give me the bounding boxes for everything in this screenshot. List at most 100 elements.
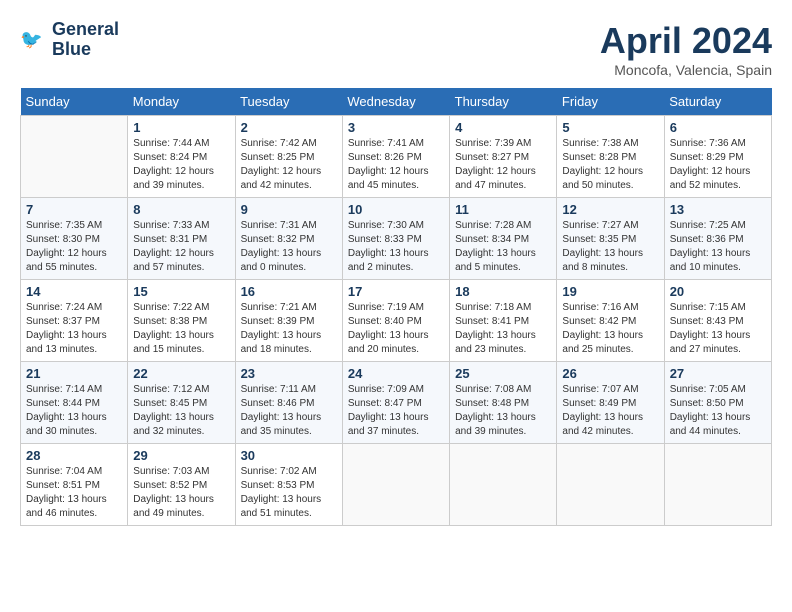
logo-icon: 🐦 xyxy=(20,26,48,54)
calendar-cell: 28 Sunrise: 7:04 AM Sunset: 8:51 PM Dayli… xyxy=(21,444,128,526)
day-number: 28 xyxy=(26,448,122,463)
day-info: Sunrise: 7:22 AM Sunset: 8:38 PM Dayligh… xyxy=(133,301,229,357)
calendar-cell xyxy=(342,444,449,526)
day-info: Sunrise: 7:39 AM Sunset: 8:27 PM Dayligh… xyxy=(455,137,551,193)
day-number: 20 xyxy=(670,284,766,299)
day-number: 7 xyxy=(26,202,122,217)
calendar-cell xyxy=(450,444,557,526)
calendar-cell: 11Sunrise: 7:28 AM Sunset: 8:34 PM Dayli… xyxy=(450,198,557,280)
calendar-week-2: 14 Sunrise: 7:24 AM Sunset: 8:37 PM Dayli… xyxy=(21,280,772,362)
calendar-cell: 18Sunrise: 7:18 AM Sunset: 8:41 PM Dayli… xyxy=(450,280,557,362)
day-info: Sunrise: 7:18 AM Sunset: 8:41 PM Dayligh… xyxy=(455,301,551,357)
day-number: 27 xyxy=(670,366,766,381)
day-number: 26 xyxy=(562,366,658,381)
calendar-week-3: 21Sunrise: 7:14 AM Sunset: 8:44 PM Dayli… xyxy=(21,362,772,444)
calendar-cell: 10 Sunrise: 7:30 AM Sunset: 8:33 PM Dayli… xyxy=(342,198,449,280)
day-info: Sunrise: 7:09 AM Sunset: 8:47 PM Dayligh… xyxy=(348,383,444,439)
day-number: 24 xyxy=(348,366,444,381)
svg-text:🐦: 🐦 xyxy=(20,29,43,49)
calendar-cell: 21Sunrise: 7:14 AM Sunset: 8:44 PM Dayli… xyxy=(21,362,128,444)
calendar-cell: 7 Sunrise: 7:35 AM Sunset: 8:30 PM Daylig… xyxy=(21,198,128,280)
day-number: 11 xyxy=(455,202,551,217)
day-number: 10 xyxy=(348,202,444,217)
calendar-week-1: 7 Sunrise: 7:35 AM Sunset: 8:30 PM Daylig… xyxy=(21,198,772,280)
calendar-cell xyxy=(557,444,664,526)
day-number: 3 xyxy=(348,120,444,135)
day-number: 29 xyxy=(133,448,229,463)
calendar-cell xyxy=(21,116,128,198)
calendar-week-0: 1Sunrise: 7:44 AM Sunset: 8:24 PM Daylig… xyxy=(21,116,772,198)
day-number: 30 xyxy=(241,448,337,463)
calendar-cell: 27 Sunrise: 7:05 AM Sunset: 8:50 PM Dayli… xyxy=(664,362,771,444)
calendar-cell: 13Sunrise: 7:25 AM Sunset: 8:36 PM Dayli… xyxy=(664,198,771,280)
calendar-cell: 12 Sunrise: 7:27 AM Sunset: 8:35 PM Dayli… xyxy=(557,198,664,280)
calendar-table: SundayMondayTuesdayWednesdayThursdayFrid… xyxy=(20,88,772,526)
day-number: 19 xyxy=(562,284,658,299)
day-number: 12 xyxy=(562,202,658,217)
day-info: Sunrise: 7:41 AM Sunset: 8:26 PM Dayligh… xyxy=(348,137,444,193)
day-info: Sunrise: 7:38 AM Sunset: 8:28 PM Dayligh… xyxy=(562,137,658,193)
day-info: Sunrise: 7:14 AM Sunset: 8:44 PM Dayligh… xyxy=(26,383,122,439)
calendar-cell: 6Sunrise: 7:36 AM Sunset: 8:29 PM Daylig… xyxy=(664,116,771,198)
day-info: Sunrise: 7:35 AM Sunset: 8:30 PM Dayligh… xyxy=(26,219,122,275)
day-info: Sunrise: 7:03 AM Sunset: 8:52 PM Dayligh… xyxy=(133,465,229,521)
calendar-header-row: SundayMondayTuesdayWednesdayThursdayFrid… xyxy=(21,88,772,116)
day-number: 14 xyxy=(26,284,122,299)
calendar-cell xyxy=(664,444,771,526)
day-number: 9 xyxy=(241,202,337,217)
calendar-cell: 20 Sunrise: 7:15 AM Sunset: 8:43 PM Dayli… xyxy=(664,280,771,362)
day-info: Sunrise: 7:07 AM Sunset: 8:49 PM Dayligh… xyxy=(562,383,658,439)
calendar-cell: 8 Sunrise: 7:33 AM Sunset: 8:31 PM Daylig… xyxy=(128,198,235,280)
month-title: April 2024 xyxy=(600,20,772,62)
logo: 🐦 General Blue xyxy=(20,20,119,60)
day-info: Sunrise: 7:42 AM Sunset: 8:25 PM Dayligh… xyxy=(241,137,337,193)
day-number: 16 xyxy=(241,284,337,299)
day-info: Sunrise: 7:08 AM Sunset: 8:48 PM Dayligh… xyxy=(455,383,551,439)
day-info: Sunrise: 7:02 AM Sunset: 8:53 PM Dayligh… xyxy=(241,465,337,521)
day-number: 25 xyxy=(455,366,551,381)
day-info: Sunrise: 7:16 AM Sunset: 8:42 PM Dayligh… xyxy=(562,301,658,357)
day-header-saturday: Saturday xyxy=(664,88,771,116)
day-info: Sunrise: 7:33 AM Sunset: 8:31 PM Dayligh… xyxy=(133,219,229,275)
day-number: 22 xyxy=(133,366,229,381)
day-number: 17 xyxy=(348,284,444,299)
location: Moncofa, Valencia, Spain xyxy=(600,62,772,78)
day-info: Sunrise: 7:36 AM Sunset: 8:29 PM Dayligh… xyxy=(670,137,766,193)
day-info: Sunrise: 7:21 AM Sunset: 8:39 PM Dayligh… xyxy=(241,301,337,357)
day-number: 15 xyxy=(133,284,229,299)
calendar-cell: 22Sunrise: 7:12 AM Sunset: 8:45 PM Dayli… xyxy=(128,362,235,444)
day-info: Sunrise: 7:19 AM Sunset: 8:40 PM Dayligh… xyxy=(348,301,444,357)
day-header-friday: Friday xyxy=(557,88,664,116)
calendar-cell: 23 Sunrise: 7:11 AM Sunset: 8:46 PM Dayli… xyxy=(235,362,342,444)
day-header-sunday: Sunday xyxy=(21,88,128,116)
day-header-wednesday: Wednesday xyxy=(342,88,449,116)
calendar-cell: 19 Sunrise: 7:16 AM Sunset: 8:42 PM Dayli… xyxy=(557,280,664,362)
calendar-cell: 26 Sunrise: 7:07 AM Sunset: 8:49 PM Dayli… xyxy=(557,362,664,444)
day-info: Sunrise: 7:27 AM Sunset: 8:35 PM Dayligh… xyxy=(562,219,658,275)
day-number: 8 xyxy=(133,202,229,217)
calendar-cell: 29 Sunrise: 7:03 AM Sunset: 8:52 PM Dayli… xyxy=(128,444,235,526)
day-number: 1 xyxy=(133,120,229,135)
calendar-cell: 17 Sunrise: 7:19 AM Sunset: 8:40 PM Dayli… xyxy=(342,280,449,362)
day-info: Sunrise: 7:15 AM Sunset: 8:43 PM Dayligh… xyxy=(670,301,766,357)
calendar-cell: 4 Sunrise: 7:39 AM Sunset: 8:27 PM Daylig… xyxy=(450,116,557,198)
day-info: Sunrise: 7:25 AM Sunset: 8:36 PM Dayligh… xyxy=(670,219,766,275)
day-info: Sunrise: 7:24 AM Sunset: 8:37 PM Dayligh… xyxy=(26,301,122,357)
day-header-tuesday: Tuesday xyxy=(235,88,342,116)
calendar-cell: 1Sunrise: 7:44 AM Sunset: 8:24 PM Daylig… xyxy=(128,116,235,198)
day-info: Sunrise: 7:31 AM Sunset: 8:32 PM Dayligh… xyxy=(241,219,337,275)
title-block: April 2024 Moncofa, Valencia, Spain xyxy=(600,20,772,78)
day-info: Sunrise: 7:04 AM Sunset: 8:51 PM Dayligh… xyxy=(26,465,122,521)
day-info: Sunrise: 7:11 AM Sunset: 8:46 PM Dayligh… xyxy=(241,383,337,439)
day-info: Sunrise: 7:30 AM Sunset: 8:33 PM Dayligh… xyxy=(348,219,444,275)
calendar-cell: 15 Sunrise: 7:22 AM Sunset: 8:38 PM Dayli… xyxy=(128,280,235,362)
calendar-cell: 5Sunrise: 7:38 AM Sunset: 8:28 PM Daylig… xyxy=(557,116,664,198)
day-number: 23 xyxy=(241,366,337,381)
day-number: 4 xyxy=(455,120,551,135)
calendar-cell: 3 Sunrise: 7:41 AM Sunset: 8:26 PM Daylig… xyxy=(342,116,449,198)
day-header-monday: Monday xyxy=(128,88,235,116)
day-number: 2 xyxy=(241,120,337,135)
day-header-thursday: Thursday xyxy=(450,88,557,116)
day-info: Sunrise: 7:05 AM Sunset: 8:50 PM Dayligh… xyxy=(670,383,766,439)
calendar-cell: 30 Sunrise: 7:02 AM Sunset: 8:53 PM Dayli… xyxy=(235,444,342,526)
